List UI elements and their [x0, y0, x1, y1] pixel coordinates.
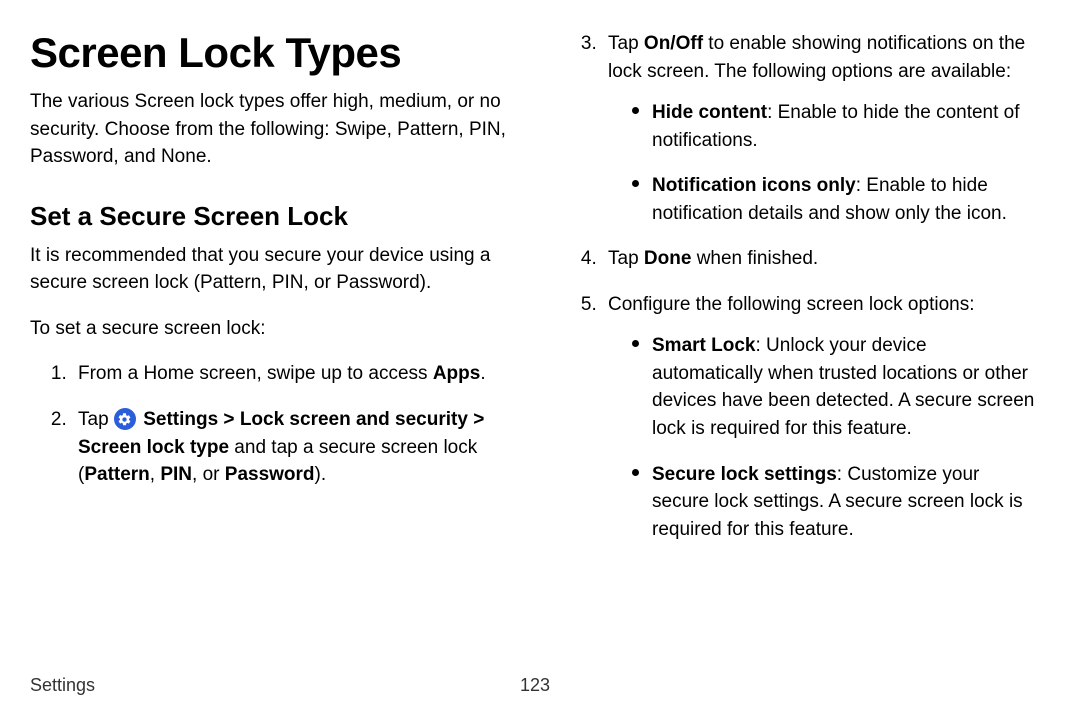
bullet-smart-lock: Smart Lock: Unlock your device automatic… — [632, 332, 1040, 442]
step2-settings: Settings — [143, 409, 218, 430]
bullet-hide-content-label: Hide content — [652, 102, 767, 123]
step3-pre: Tap — [608, 33, 644, 54]
right-column: Tap On/Off to enable showing notificatio… — [560, 30, 1040, 561]
step2-lockscreen: Lock screen and security — [240, 409, 468, 430]
step2-pattern: Pattern — [84, 464, 149, 485]
step1-pre: From a Home screen, swipe up to access — [78, 363, 433, 384]
footer-section-label: Settings — [30, 675, 95, 695]
step3-bullets: Hide content: Enable to hide the content… — [608, 99, 1040, 227]
step4-post: when finished. — [691, 248, 818, 269]
steps-list-right: Tap On/Off to enable showing notificatio… — [560, 30, 1040, 543]
step-3: Tap On/Off to enable showing notificatio… — [602, 30, 1040, 227]
page-title: Screen Lock Types — [30, 30, 510, 76]
section-lead: To set a secure screen lock: — [30, 315, 510, 343]
step5-text: Configure the following screen lock opti… — [608, 294, 974, 315]
step4-done: Done — [644, 248, 692, 269]
page-footer: Settings 123 — [30, 675, 1040, 696]
left-column: Screen Lock Types The various Screen loc… — [30, 30, 510, 561]
intro-text: The various Screen lock types offer high… — [30, 88, 510, 171]
step2-password: Password — [225, 464, 315, 485]
step2-c2: , or — [192, 464, 225, 485]
step2-c1: , — [150, 464, 161, 485]
bullet-hide-content: Hide content: Enable to hide the content… — [632, 99, 1040, 154]
section-heading: Set a Secure Screen Lock — [30, 201, 510, 232]
gear-icon — [114, 408, 136, 430]
bullet-secure-lock-label: Secure lock settings — [652, 464, 837, 485]
bullet-notification-icons-label: Notification icons only — [652, 175, 856, 196]
bullet-secure-lock: Secure lock settings: Customize your sec… — [632, 461, 1040, 544]
step2-pre: Tap — [78, 409, 114, 430]
step-1: From a Home screen, swipe up to access A… — [72, 360, 510, 388]
bullet-notification-icons: Notification icons only: Enable to hide … — [632, 172, 1040, 227]
step2-end: ). — [315, 464, 327, 485]
step5-bullets: Smart Lock: Unlock your device automatic… — [608, 332, 1040, 543]
section-intro: It is recommended that you secure your d… — [30, 242, 510, 297]
step-4: Tap Done when finished. — [602, 245, 1040, 273]
step3-onoff: On/Off — [644, 33, 703, 54]
steps-list-left: From a Home screen, swipe up to access A… — [30, 360, 510, 488]
step2-pin: PIN — [160, 464, 192, 485]
step2-sep1: > — [218, 409, 240, 430]
step1-post: . — [480, 363, 485, 384]
step2-sep2: > — [468, 409, 484, 430]
bullet-smart-lock-label: Smart Lock — [652, 335, 755, 356]
step2-locktype: Screen lock type — [78, 437, 229, 458]
step1-bold: Apps — [433, 363, 481, 384]
step-2: Tap Settings > Lock screen and security … — [72, 406, 510, 489]
step-5: Configure the following screen lock opti… — [602, 291, 1040, 543]
step4-pre: Tap — [608, 248, 644, 269]
footer-page-number: 123 — [520, 675, 550, 696]
